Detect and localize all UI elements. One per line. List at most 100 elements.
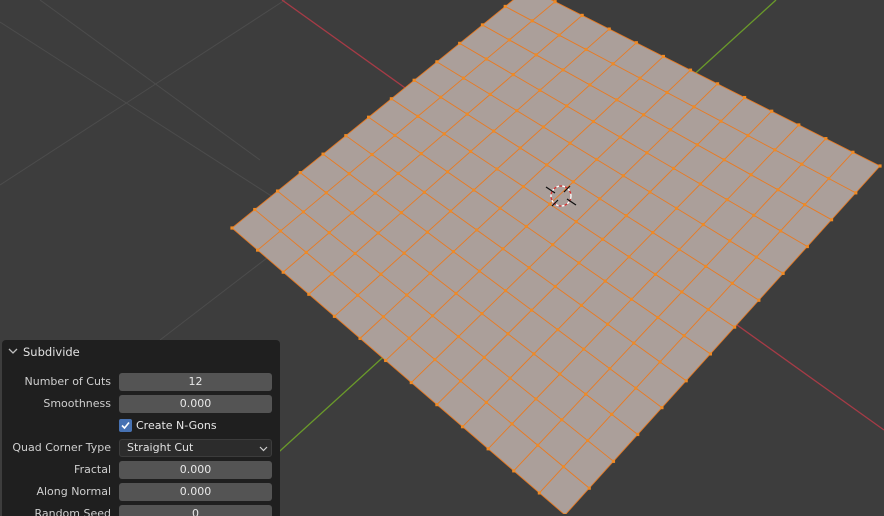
mesh-vertex[interactable]: [665, 90, 669, 95]
mesh-vertex[interactable]: [674, 206, 679, 210]
mesh-vertex[interactable]: [484, 57, 489, 61]
mesh-vertex[interactable]: [636, 432, 640, 437]
mesh-vertex[interactable]: [638, 76, 642, 80]
mesh-vertex[interactable]: [580, 13, 584, 17]
mesh-vertex[interactable]: [645, 151, 649, 155]
mesh-vertex[interactable]: [527, 266, 531, 270]
mesh-vertex[interactable]: [561, 465, 566, 469]
mesh-vertex[interactable]: [698, 182, 702, 186]
mesh-vertex[interactable]: [582, 347, 586, 351]
mesh-vertex[interactable]: [672, 166, 676, 171]
mesh-vertex[interactable]: [607, 27, 611, 31]
mesh-vertex[interactable]: [829, 218, 834, 222]
mesh-vertex[interactable]: [574, 220, 578, 224]
create-ngons-checkbox[interactable]: [119, 419, 132, 432]
mesh-vertex[interactable]: [344, 134, 348, 138]
mesh-vertex[interactable]: [298, 171, 302, 175]
mesh-vertex[interactable]: [651, 230, 655, 235]
mesh-vertex[interactable]: [358, 336, 362, 340]
mesh-vertex[interactable]: [584, 47, 588, 52]
mesh-vertex[interactable]: [565, 104, 569, 108]
mesh-vertex[interactable]: [480, 312, 484, 316]
mesh-vertex[interactable]: [553, 0, 557, 4]
mesh-vertex[interactable]: [588, 83, 592, 87]
mesh-vertex[interactable]: [445, 170, 450, 174]
mesh-vertex[interactable]: [435, 403, 439, 407]
mesh-vertex[interactable]: [601, 237, 605, 241]
fractal-field[interactable]: 0.000: [119, 461, 272, 479]
mesh-vertex[interactable]: [610, 412, 614, 416]
mesh-vertex[interactable]: [730, 281, 734, 285]
mesh-vertex[interactable]: [495, 167, 499, 171]
create-ngons-label[interactable]: Create N-Gons: [136, 419, 217, 432]
mesh-vertex[interactable]: [851, 150, 855, 154]
mesh-vertex[interactable]: [230, 226, 234, 230]
mesh-vertex[interactable]: [472, 188, 476, 192]
plane-mesh[interactable]: [230, 0, 882, 514]
mesh-vertex[interactable]: [611, 62, 615, 66]
mesh-vertex[interactable]: [684, 379, 688, 383]
mesh-vertex[interactable]: [595, 157, 599, 162]
mesh-vertex[interactable]: [827, 176, 831, 181]
mesh-vertex[interactable]: [558, 372, 562, 376]
mesh-vertex[interactable]: [551, 243, 555, 247]
mesh-vertex[interactable]: [530, 19, 534, 23]
mesh-vertex[interactable]: [353, 251, 357, 256]
mesh-vertex[interactable]: [658, 360, 662, 364]
mesh-vertex[interactable]: [648, 190, 652, 194]
number-of-cuts-field[interactable]: 12: [119, 373, 272, 391]
mesh-vertex[interactable]: [307, 292, 311, 296]
mesh-vertex[interactable]: [537, 491, 541, 495]
mesh-vertex[interactable]: [482, 355, 486, 359]
mesh-vertex[interactable]: [695, 143, 699, 147]
mesh-vertex[interactable]: [532, 352, 536, 356]
mesh-vertex[interactable]: [381, 315, 386, 319]
mesh-vertex[interactable]: [435, 60, 439, 64]
mesh-vertex[interactable]: [370, 152, 374, 157]
mesh-vertex[interactable]: [510, 422, 514, 426]
mesh-vertex[interactable]: [442, 132, 446, 136]
mesh-vertex[interactable]: [321, 152, 325, 156]
mesh-vertex[interactable]: [632, 341, 636, 345]
mesh-vertex[interactable]: [515, 109, 519, 113]
mesh-vertex[interactable]: [621, 174, 625, 178]
mesh-vertex[interactable]: [356, 293, 360, 297]
mesh-vertex[interactable]: [461, 76, 466, 80]
mesh-vertex[interactable]: [456, 334, 461, 339]
mesh-vertex[interactable]: [465, 112, 469, 116]
mesh-vertex[interactable]: [603, 279, 607, 283]
mesh-vertex[interactable]: [393, 133, 397, 138]
mesh-vertex[interactable]: [746, 133, 750, 138]
mesh-vertex[interactable]: [688, 68, 693, 72]
mesh-vertex[interactable]: [618, 135, 622, 139]
mesh-vertex[interactable]: [484, 400, 488, 405]
mesh-vertex[interactable]: [425, 230, 429, 234]
mesh-vertex[interactable]: [541, 125, 546, 129]
mesh-vertex[interactable]: [634, 386, 638, 390]
mesh-vertex[interactable]: [773, 148, 777, 152]
mesh-vertex[interactable]: [428, 271, 432, 275]
mesh-vertex[interactable]: [376, 231, 380, 235]
mesh-vertex[interactable]: [439, 95, 443, 99]
mesh-vertex[interactable]: [653, 272, 658, 276]
mesh-vertex[interactable]: [571, 180, 575, 184]
mesh-vertex[interactable]: [715, 82, 720, 86]
mesh-vertex[interactable]: [458, 379, 463, 383]
mesh-vertex[interactable]: [324, 191, 328, 195]
mesh-vertex[interactable]: [524, 224, 528, 229]
mesh-vertex[interactable]: [677, 247, 681, 252]
mesh-vertex[interactable]: [680, 290, 684, 294]
mesh-vertex[interactable]: [508, 376, 512, 380]
mesh-vertex[interactable]: [561, 68, 565, 72]
mesh-vertex[interactable]: [776, 188, 780, 192]
mesh-vertex[interactable]: [512, 469, 516, 473]
mesh-vertex[interactable]: [460, 425, 465, 429]
mesh-vertex[interactable]: [402, 251, 406, 255]
mesh-vertex[interactable]: [770, 109, 774, 113]
mesh-vertex[interactable]: [477, 269, 482, 273]
mesh-vertex[interactable]: [407, 336, 411, 340]
mesh-vertex[interactable]: [454, 291, 458, 296]
mesh-vertex[interactable]: [451, 250, 456, 254]
mesh-vertex[interactable]: [661, 54, 665, 59]
mesh-vertex[interactable]: [586, 438, 590, 443]
